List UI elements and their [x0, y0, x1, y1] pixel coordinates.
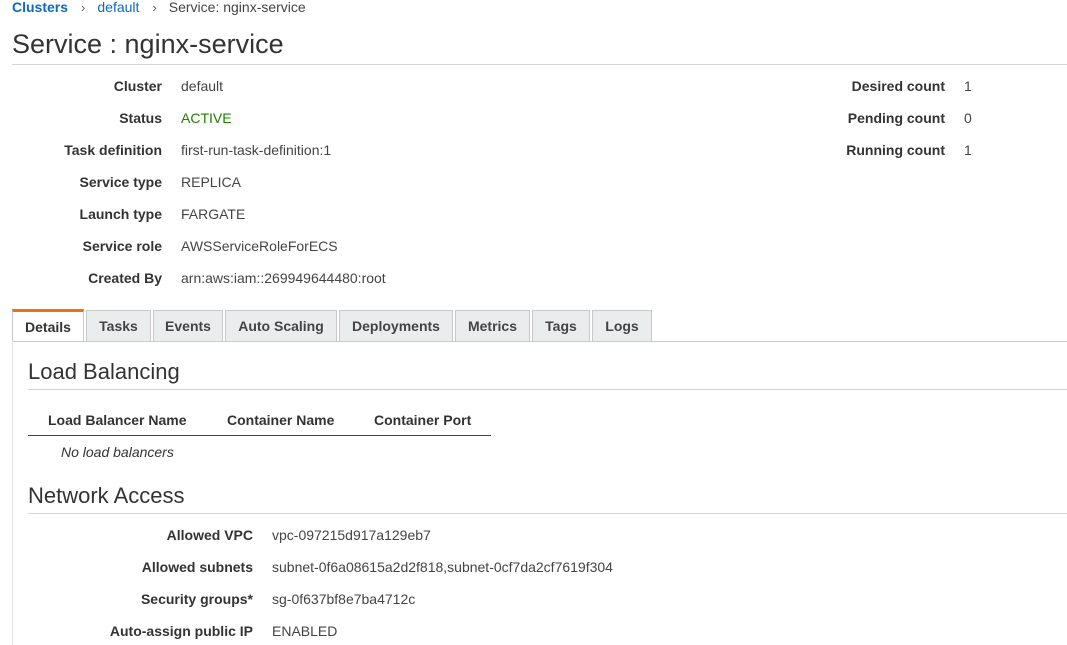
security-group-link[interactable]: sg-0f637bf8e7ba4712c — [272, 590, 415, 608]
pending-count-value: 0 — [964, 110, 972, 126]
tab-logs[interactable]: Logs — [592, 310, 652, 341]
tab-tasks[interactable]: Tasks — [86, 310, 151, 341]
breadcrumb-current: Service: nginx-service — [168, 0, 306, 15]
allowed-subnets-label: Allowed subnets — [141, 559, 253, 575]
tab-events[interactable]: Events — [153, 310, 223, 341]
load-balancing-title: Load Balancing — [28, 359, 180, 384]
column-header-container-name: Container Name — [227, 412, 335, 428]
tab-auto-scaling[interactable]: Auto Scaling — [225, 310, 337, 341]
allowed-vpc-label: Allowed VPC — [166, 527, 253, 543]
created-by-label: Created By — [88, 270, 162, 286]
breadcrumb-default-link[interactable]: default — [97, 0, 139, 15]
task-definition-label: Task definition — [64, 142, 162, 158]
column-header-load-balancer-name: Load Balancer Name — [48, 412, 187, 428]
service-type-label: Service type — [79, 174, 163, 190]
tab-tags[interactable]: Tags — [532, 310, 590, 341]
allowed-subnets-link[interactable]: subnet-0f6a08615a2d2f818,subnet-0cf7da2c… — [272, 558, 613, 576]
chevron-right-icon: › — [81, 0, 86, 15]
load-balancing-divider — [28, 389, 1067, 390]
status-value: ACTIVE — [181, 110, 232, 126]
empty-table-message: No load balancers — [61, 444, 174, 460]
network-access-divider — [28, 513, 1067, 514]
service-type-value: REPLICA — [181, 174, 241, 190]
service-role-label: Service role — [82, 238, 162, 254]
breadcrumb: Clusters › default › Service: nginx-service — [12, 0, 306, 17]
running-count-value: 1 — [964, 142, 972, 158]
running-count-label: Running count — [846, 142, 945, 158]
title-divider — [12, 64, 1067, 65]
breadcrumb-clusters-link[interactable]: Clusters — [12, 0, 68, 15]
cluster-label: Cluster — [113, 78, 162, 94]
column-header-container-port: Container Port — [374, 412, 472, 428]
desired-count-value: 1 — [964, 78, 972, 94]
status-label: Status — [119, 110, 162, 126]
service-role-value: AWSServiceRoleForECS — [181, 238, 338, 254]
tab-panel-border — [12, 341, 13, 645]
task-definition-link[interactable]: first-run-task-definition:1 — [181, 141, 331, 159]
cluster-link[interactable]: default — [181, 77, 223, 95]
launch-type-value: FARGATE — [181, 206, 246, 222]
launch-type-label: Launch type — [79, 206, 162, 222]
page-title: Service : nginx-service — [12, 29, 284, 59]
pending-count-label: Pending count — [847, 110, 945, 126]
auto-assign-ip-value: ENABLED — [272, 623, 338, 639]
table-header-divider — [28, 435, 491, 436]
chevron-right-icon: › — [152, 0, 157, 15]
tab-details[interactable]: Details — [12, 309, 84, 342]
security-groups-label: Security groups* — [140, 591, 253, 607]
auto-assign-ip-label: Auto-assign public IP — [109, 623, 253, 639]
desired-count-label: Desired count — [851, 78, 945, 94]
allowed-vpc-link[interactable]: vpc-097215d917a129eb7 — [272, 526, 431, 544]
created-by-value: arn:aws:iam::269949644480:root — [181, 270, 386, 286]
tab-metrics[interactable]: Metrics — [455, 310, 530, 341]
network-access-title: Network Access — [28, 483, 185, 508]
tab-deployments[interactable]: Deployments — [339, 310, 453, 341]
tabs-divider — [12, 341, 1067, 342]
